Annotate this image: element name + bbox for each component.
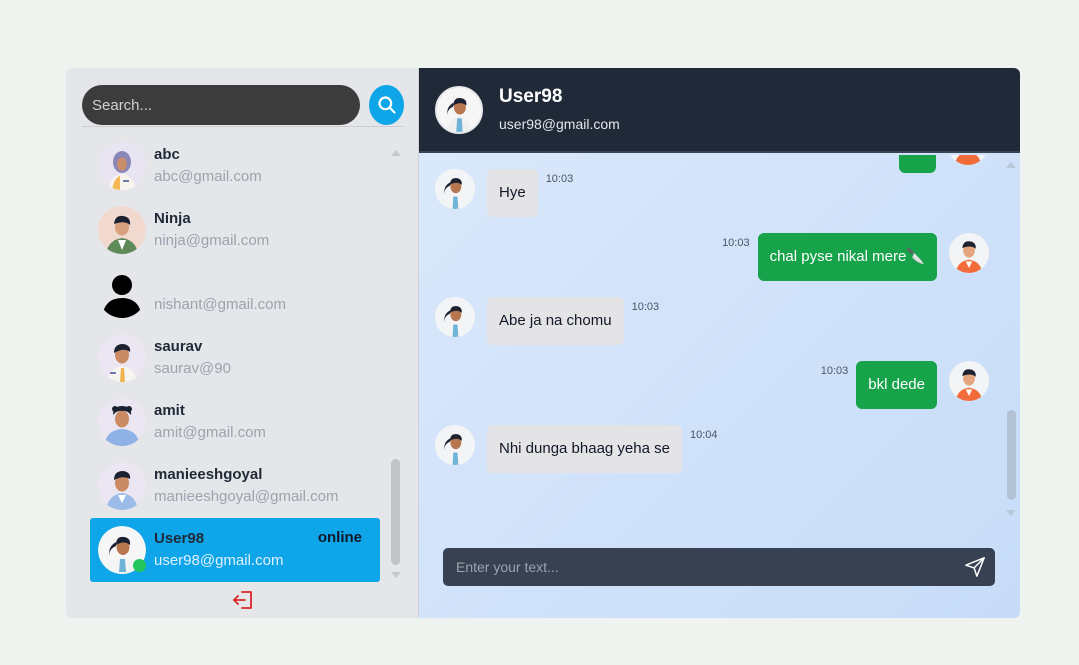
logout-icon — [233, 591, 252, 609]
message-bubble — [899, 155, 936, 173]
avatar — [949, 361, 989, 401]
message-incoming: Hye 10:03 — [435, 169, 573, 217]
contact-name: abc — [154, 146, 180, 163]
contact-item[interactable]: Ninja ninja@gmail.com — [90, 198, 380, 262]
avatar — [98, 142, 146, 190]
chat-contact-email: user98@gmail.com — [499, 116, 620, 132]
avatar — [435, 297, 475, 337]
search-input[interactable] — [82, 85, 360, 125]
contact-name: manieeshgoyal — [154, 466, 263, 483]
contact-name: Ninja — [154, 210, 191, 227]
message-bubble: bkl dede — [856, 361, 937, 409]
default-user-icon — [98, 270, 146, 318]
contact-name: saurav — [154, 338, 203, 355]
contact-email: user98@gmail.com — [154, 552, 284, 569]
logout-button[interactable] — [232, 590, 254, 610]
scroll-up-arrow[interactable] — [391, 150, 401, 156]
message-outgoing: 10:03 chal pyse nikal mere🔪 — [722, 233, 989, 281]
contact-email: saurav@90 — [154, 360, 231, 377]
send-button[interactable] — [955, 548, 995, 586]
online-indicator — [133, 559, 146, 572]
contact-item[interactable]: saurav saurav@90 — [90, 326, 380, 390]
contact-email: amit@gmail.com — [154, 424, 266, 441]
avatar — [98, 206, 146, 254]
scroll-down-arrow[interactable] — [391, 572, 401, 578]
contact-item-active[interactable]: User98 user98@gmail.com online — [90, 518, 380, 582]
contact-list: abc abc@gmail.com Ninja ninja@gmail.com — [90, 134, 380, 582]
message-bubble: Abe ja na chomu — [487, 297, 624, 345]
chat-panel: User98 user98@gmail.com Hye 10:03 10:03 … — [419, 68, 1020, 618]
contact-name — [154, 272, 286, 294]
avatar — [948, 155, 988, 165]
message-list: Hye 10:03 10:03 chal pyse nikal mere🔪 Ab… — [419, 155, 1020, 518]
chat-contact-name: User98 — [499, 86, 563, 107]
contact-email: manieeshgoyal@gmail.com — [154, 488, 339, 505]
search-icon — [377, 96, 396, 114]
sidebar: abc abc@gmail.com Ninja ninja@gmail.com — [66, 68, 419, 618]
message-outgoing: 10:03 bkl dede — [821, 361, 989, 409]
avatar — [435, 169, 475, 209]
online-status: online — [317, 529, 362, 546]
message-bubble: Hye — [487, 169, 538, 217]
avatar — [98, 398, 146, 446]
message-time: 10:03 — [631, 301, 660, 313]
contact-email: ninja@gmail.com — [154, 232, 270, 249]
message-input[interactable] — [443, 548, 955, 586]
message-bubble: Nhi dunga bhaag yeha se — [487, 425, 682, 473]
sidebar-scrollbar[interactable] — [391, 459, 400, 565]
contact-name: User98 — [154, 530, 205, 547]
message-incoming: Abe ja na chomu 10:03 — [435, 297, 659, 345]
message-composer — [443, 548, 995, 586]
message-incoming: Nhi dunga bhaag yeha se 10:04 — [435, 425, 718, 473]
chat-app: abc abc@gmail.com Ninja ninja@gmail.com — [66, 68, 1020, 618]
contact-email: nishant@gmail.com — [154, 296, 286, 313]
contact-item[interactable]: abc abc@gmail.com — [90, 134, 380, 198]
search-button[interactable] — [369, 85, 404, 125]
search-bar — [82, 84, 404, 126]
avatar — [98, 526, 146, 575]
avatar — [435, 425, 475, 465]
message-bubble: chal pyse nikal mere🔪 — [757, 233, 937, 281]
scroll-down-arrow[interactable] — [1006, 510, 1016, 516]
send-icon — [965, 557, 985, 577]
message-time: 10:03 — [722, 237, 750, 249]
avatar — [98, 334, 146, 382]
message-outgoing-partial — [899, 155, 988, 173]
contact-item[interactable]: amit amit@gmail.com — [90, 390, 380, 454]
message-time: 10:03 — [820, 365, 849, 377]
scroll-up-arrow[interactable] — [1006, 162, 1016, 168]
chat-header: User98 user98@gmail.com — [419, 68, 1020, 153]
contact-item[interactable]: nishant@gmail.com — [90, 262, 380, 326]
header-avatar — [435, 85, 483, 134]
message-time: 10:03 — [545, 173, 574, 185]
contact-email: abc@gmail.com — [154, 168, 262, 185]
contact-name: amit — [154, 402, 185, 419]
message-time: 10:04 — [689, 429, 718, 441]
chat-scrollbar[interactable] — [1007, 410, 1016, 500]
divider — [82, 126, 404, 127]
avatar — [949, 233, 989, 273]
avatar — [98, 462, 146, 510]
contact-item[interactable]: manieeshgoyal manieeshgoyal@gmail.com — [90, 454, 380, 518]
